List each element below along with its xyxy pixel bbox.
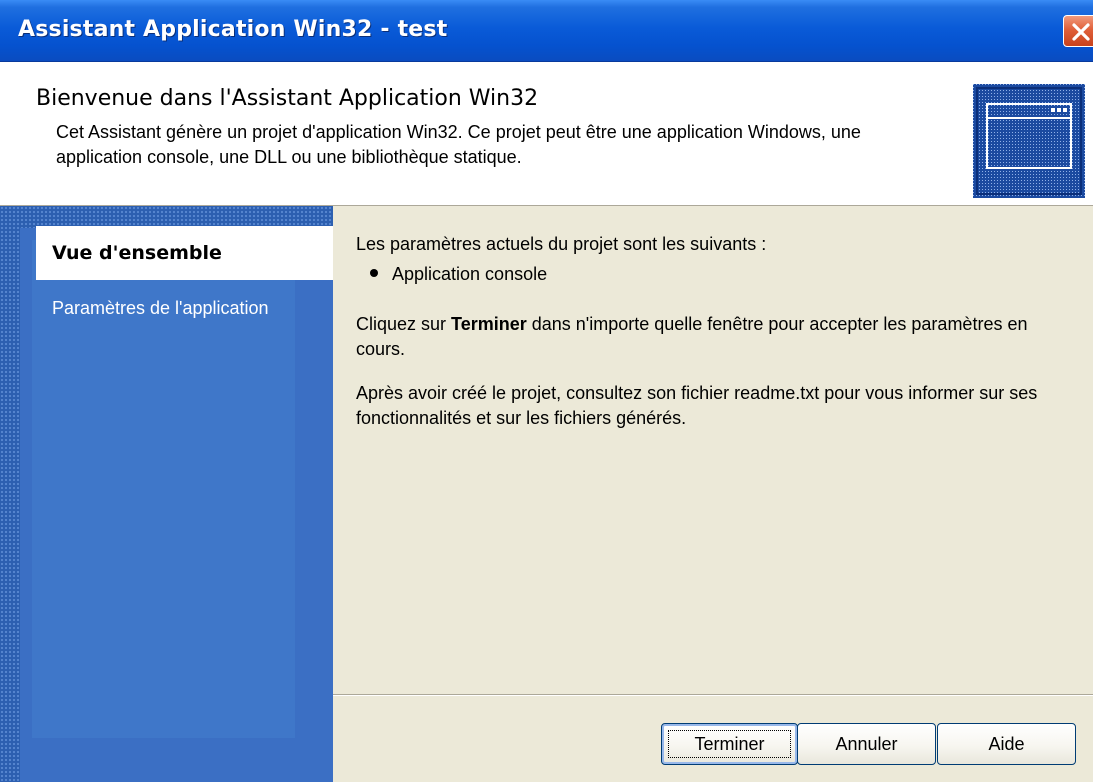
finish-text-bold: Terminer bbox=[451, 314, 527, 334]
sidebar-item-overview[interactable]: Vue d'ensemble bbox=[36, 226, 333, 280]
window-title: Assistant Application Win32 - test bbox=[18, 17, 448, 42]
close-button[interactable] bbox=[1063, 15, 1093, 47]
wizard-content: Les paramètres actuels du projet sont le… bbox=[333, 206, 1093, 694]
button-divider bbox=[333, 694, 1093, 696]
title-bar[interactable]: Assistant Application Win32 - test bbox=[0, 0, 1093, 62]
settings-intro: Les paramètres actuels du projet sont le… bbox=[356, 234, 767, 254]
sidebar-item-application-settings[interactable]: Paramètres de l'application bbox=[36, 286, 333, 330]
finish-text-prefix: Cliquez sur bbox=[356, 314, 452, 334]
close-icon bbox=[1072, 23, 1090, 41]
wizard-header: Bienvenue dans l'Assistant Application W… bbox=[0, 62, 1093, 206]
window-icon bbox=[973, 84, 1085, 198]
help-button[interactable]: Aide bbox=[937, 723, 1076, 765]
cancel-button[interactable]: Annuler bbox=[797, 723, 936, 765]
page-title: Bienvenue dans l'Assistant Application W… bbox=[36, 86, 539, 111]
setting-value: Application console bbox=[392, 264, 548, 284]
list-item: Application console bbox=[370, 262, 1090, 287]
wizard-window: Assistant Application Win32 - test Bienv… bbox=[0, 0, 1093, 782]
bullet-icon bbox=[370, 269, 378, 278]
finish-button[interactable]: Terminer bbox=[661, 723, 798, 765]
header-description: Cet Assistant génère un projet d'applica… bbox=[56, 122, 861, 167]
finish-button-label: Terminer bbox=[694, 734, 765, 754]
readme-instructions: Après avoir créé le projet, consultez so… bbox=[356, 383, 1038, 428]
finish-instructions: Cliquez sur Terminer dans n'importe quel… bbox=[356, 312, 1076, 362]
